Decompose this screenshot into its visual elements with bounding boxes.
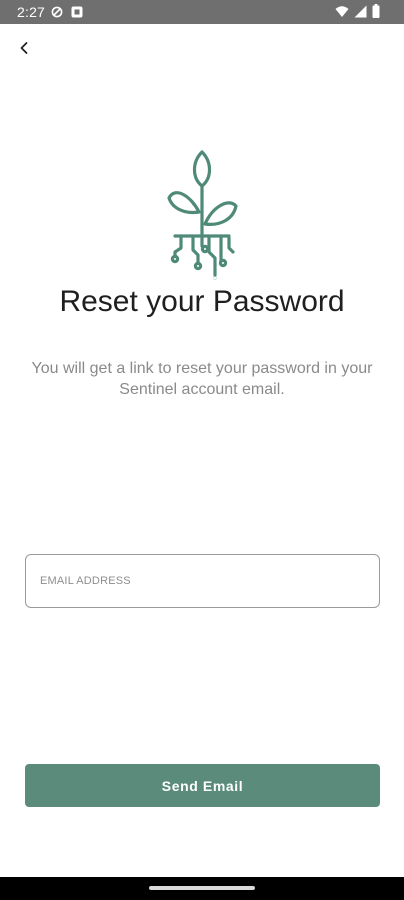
chevron-left-icon	[19, 41, 29, 55]
status-time: 2:27	[17, 4, 46, 20]
plant-circuit-logo-icon	[165, 148, 239, 280]
page-title: Reset your Password	[59, 285, 345, 318]
notification-icon	[71, 6, 83, 18]
app-logo	[165, 148, 239, 280]
home-indicator[interactable]	[149, 886, 255, 890]
do-not-disturb-icon	[51, 6, 63, 18]
wifi-icon	[335, 5, 349, 18]
status-right-icons	[335, 4, 380, 18]
signal-icon	[354, 5, 367, 18]
status-bar: 2:27	[0, 0, 404, 24]
email-field[interactable]	[25, 554, 380, 608]
back-button[interactable]	[10, 34, 38, 62]
send-email-button[interactable]: Send Email	[25, 764, 380, 807]
status-left-icons	[51, 6, 83, 18]
system-navigation-bar	[0, 877, 404, 900]
page-description: You will get a link to reset your passwo…	[31, 360, 373, 398]
battery-icon	[372, 4, 380, 18]
